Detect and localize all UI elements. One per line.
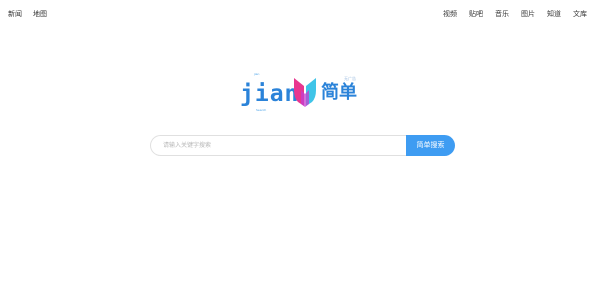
- nav-link-zhidao[interactable]: 知道: [547, 9, 561, 19]
- nav-link-tieba[interactable]: 贴吧: [469, 9, 483, 19]
- logo-mark-icon: [294, 78, 316, 107]
- logo-cn-text: 简单: [321, 82, 357, 103]
- nav-link-wenku[interactable]: 文库: [573, 9, 587, 19]
- page: 新闻 地图 视频 贴吧 音乐 图片 知道 文库 jian jian 无广告 简单…: [0, 0, 600, 302]
- nav-link-music[interactable]: 音乐: [495, 9, 509, 19]
- nav-link-news[interactable]: 新闻: [8, 9, 22, 19]
- top-nav-right: 视频 贴吧 音乐 图片 知道 文库: [443, 9, 587, 19]
- search-button[interactable]: 简单搜索: [406, 135, 455, 156]
- site-logo: jian jian 无广告 简单 Search: [236, 70, 366, 120]
- top-nav-left: 新闻 地图: [8, 9, 47, 19]
- logo-small-bottom-text: Search: [256, 108, 267, 112]
- nav-link-images[interactable]: 图片: [521, 9, 535, 19]
- logo-tag-text: 无广告: [344, 76, 356, 81]
- nav-link-map[interactable]: 地图: [33, 9, 47, 19]
- search-input[interactable]: [150, 135, 406, 156]
- logo-small-top-text: jian: [254, 72, 260, 76]
- logo-brand-text: jian: [240, 81, 300, 107]
- search-bar: 简单搜索: [150, 135, 455, 156]
- nav-link-video[interactable]: 视频: [443, 9, 457, 19]
